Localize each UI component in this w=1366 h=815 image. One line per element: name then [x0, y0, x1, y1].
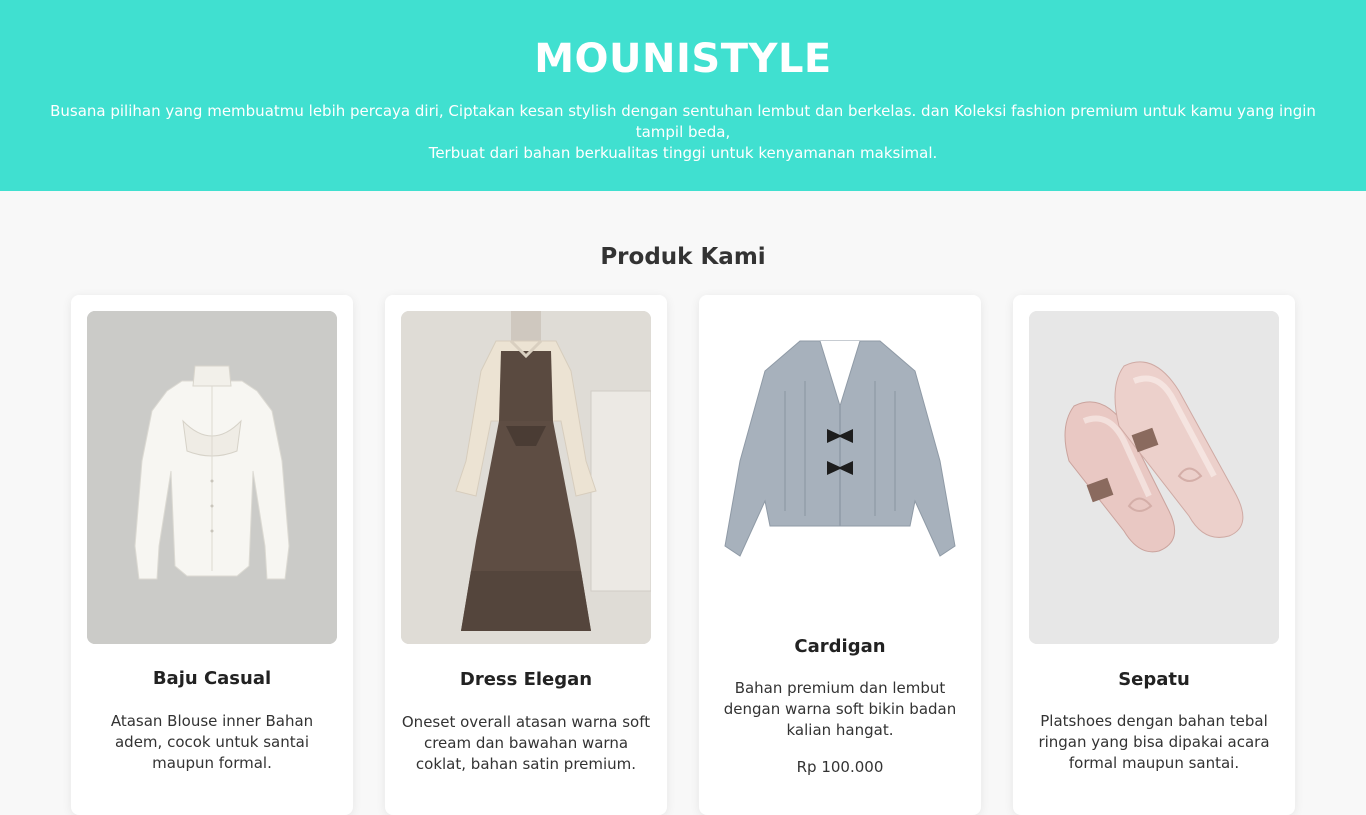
product-description: Platshoes dengan bahan tebal ringan yang…: [1038, 712, 1270, 772]
shoes-illustration: [1029, 311, 1279, 644]
product-card-cardigan[interactable]: Cardigan Bahan premium dan lembut dengan…: [699, 295, 981, 815]
product-card-dress-elegan[interactable]: Dress Elegan Oneset overall atasan warna…: [385, 295, 667, 815]
product-description: Bahan premium dan lembut dengan warna so…: [723, 679, 957, 739]
tagline: Busana pilihan yang membuatmu lebih perc…: [40, 101, 1326, 164]
brown-overall-dress-image[interactable]: [401, 311, 651, 644]
product-card-sepatu[interactable]: Sepatu Platshoes dengan bahan tebal ring…: [1013, 295, 1295, 815]
brand-title: MOUNISTYLE: [534, 36, 832, 82]
hero-header: MOUNISTYLE Busana pilihan yang membuatmu…: [0, 0, 1366, 191]
cardigan-illustration: [715, 311, 965, 611]
product-name: Baju Casual: [152, 668, 272, 689]
white-blouse-image[interactable]: [87, 311, 337, 644]
product-price: Rp 100.000: [796, 758, 884, 776]
tagline-line-1: Busana pilihan yang membuatmu lebih perc…: [50, 102, 1316, 141]
product-name: Sepatu: [1118, 669, 1190, 690]
product-name: Cardigan: [794, 636, 886, 657]
grey-cardigan-image[interactable]: [715, 311, 965, 611]
dress-illustration: [401, 311, 651, 644]
blouse-illustration: [87, 311, 337, 644]
product-description: Atasan Blouse inner Bahan adem, cocok un…: [110, 712, 314, 772]
product-description: Oneset overall atasan warna soft cream d…: [401, 713, 651, 773]
section-title: Produk Kami: [600, 244, 766, 270]
tagline-line-2: Terbuat dari bahan berkualitas tinggi un…: [428, 144, 938, 162]
pink-flat-shoes-image[interactable]: [1029, 311, 1279, 644]
product-name: Dress Elegan: [459, 669, 593, 690]
product-card-baju-casual[interactable]: Baju Casual Atasan Blouse inner Bahan ad…: [71, 295, 353, 815]
